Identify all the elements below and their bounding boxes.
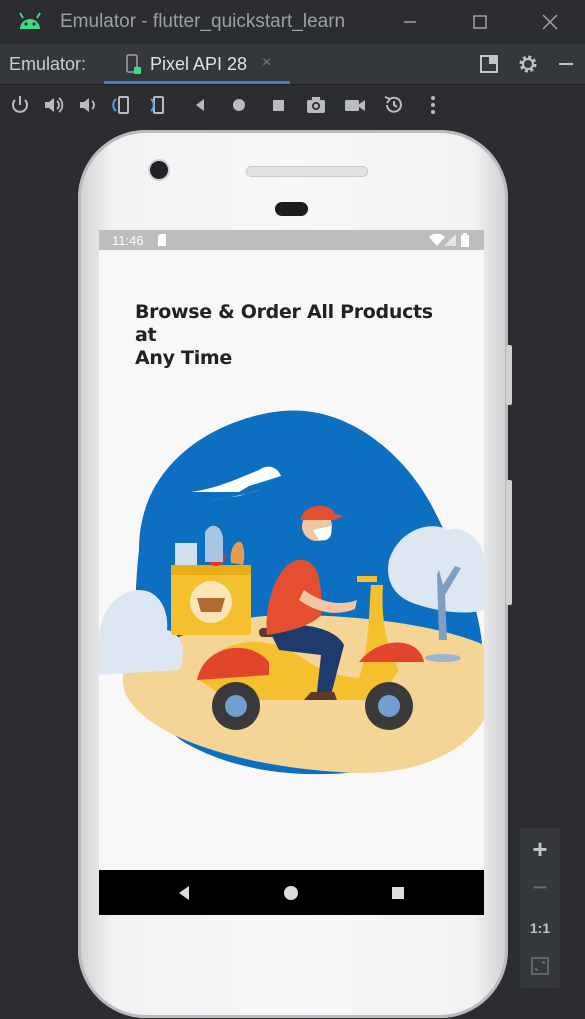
- status-time: 11:46: [112, 233, 144, 248]
- emulator-toolbar: [0, 85, 585, 125]
- headline-line-2: Any Time: [135, 347, 232, 369]
- handlebar: [357, 576, 377, 582]
- fit-screen-icon[interactable]: [530, 956, 550, 976]
- sd-card-icon: [158, 234, 166, 246]
- battery-icon: [461, 233, 469, 247]
- screenshot-icon[interactable]: [304, 93, 328, 117]
- window-title: Emulator - flutter_quickstart_learn: [60, 11, 346, 32]
- tab-pixel-api-28[interactable]: Pixel API 28 ×: [104, 44, 290, 84]
- title-bar: Emulator - flutter_quickstart_learn: [0, 0, 585, 44]
- page-headline: Browse & Order All Products at Any Time: [135, 301, 455, 370]
- zoom-out-button[interactable]: −: [520, 872, 560, 903]
- side-button-volume[interactable]: [506, 480, 512, 605]
- device-screen: 11:46 Browse & Order All Products at Any…: [99, 230, 484, 915]
- wifi-icon: [429, 234, 445, 246]
- tab-close-icon[interactable]: ×: [262, 54, 271, 72]
- device-icon: [126, 54, 141, 74]
- screen-record-icon[interactable]: [343, 93, 367, 117]
- headline-line-1: Browse & Order All Products at: [135, 301, 433, 346]
- close-window-icon[interactable]: [535, 10, 565, 34]
- volume-up-icon[interactable]: [42, 93, 66, 117]
- gear-icon[interactable]: [516, 52, 540, 76]
- more-options-icon[interactable]: [421, 93, 445, 117]
- tab-bar: Emulator: Pixel API 28 ×: [0, 44, 585, 85]
- home-icon[interactable]: [227, 93, 251, 117]
- nav-back-icon[interactable]: [175, 884, 193, 902]
- minimize-icon[interactable]: [395, 10, 425, 34]
- maximize-icon[interactable]: [465, 10, 495, 34]
- zoom-in-button[interactable]: +: [520, 834, 560, 865]
- side-button-power[interactable]: [506, 345, 512, 405]
- android-icon: [19, 12, 41, 29]
- rotate-left-icon[interactable]: [110, 93, 134, 117]
- volume-down-icon[interactable]: [76, 93, 100, 117]
- basket-icon: [197, 598, 225, 612]
- zoom-controls: + − 1:1: [520, 828, 560, 988]
- power-icon[interactable]: [8, 93, 32, 117]
- overview-icon[interactable]: [266, 93, 290, 117]
- nav-overview-icon[interactable]: [389, 884, 407, 902]
- tree-shadow: [425, 654, 461, 662]
- delivery-illustration: [99, 410, 484, 775]
- emulator-label: Emulator:: [9, 54, 87, 74]
- minus-icon[interactable]: [555, 53, 577, 75]
- snapshot-icon[interactable]: [382, 93, 406, 117]
- signal-icon: [444, 234, 456, 246]
- back-icon[interactable]: [188, 93, 212, 117]
- speaker-grill: [246, 166, 368, 177]
- nav-home-icon[interactable]: [282, 884, 300, 902]
- rotate-right-icon[interactable]: [148, 93, 172, 117]
- tab-active-indicator: [104, 81, 290, 84]
- earpiece: [275, 202, 308, 216]
- layout-icon[interactable]: [478, 53, 500, 75]
- tab-label: Pixel API 28: [150, 54, 248, 74]
- status-bar: 11:46: [99, 230, 484, 250]
- zoom-actual-size-button[interactable]: 1:1: [520, 920, 560, 936]
- android-nav-bar: [99, 870, 484, 915]
- front-camera: [150, 161, 168, 179]
- milk-carton: [175, 543, 197, 565]
- bottle: [205, 525, 223, 562]
